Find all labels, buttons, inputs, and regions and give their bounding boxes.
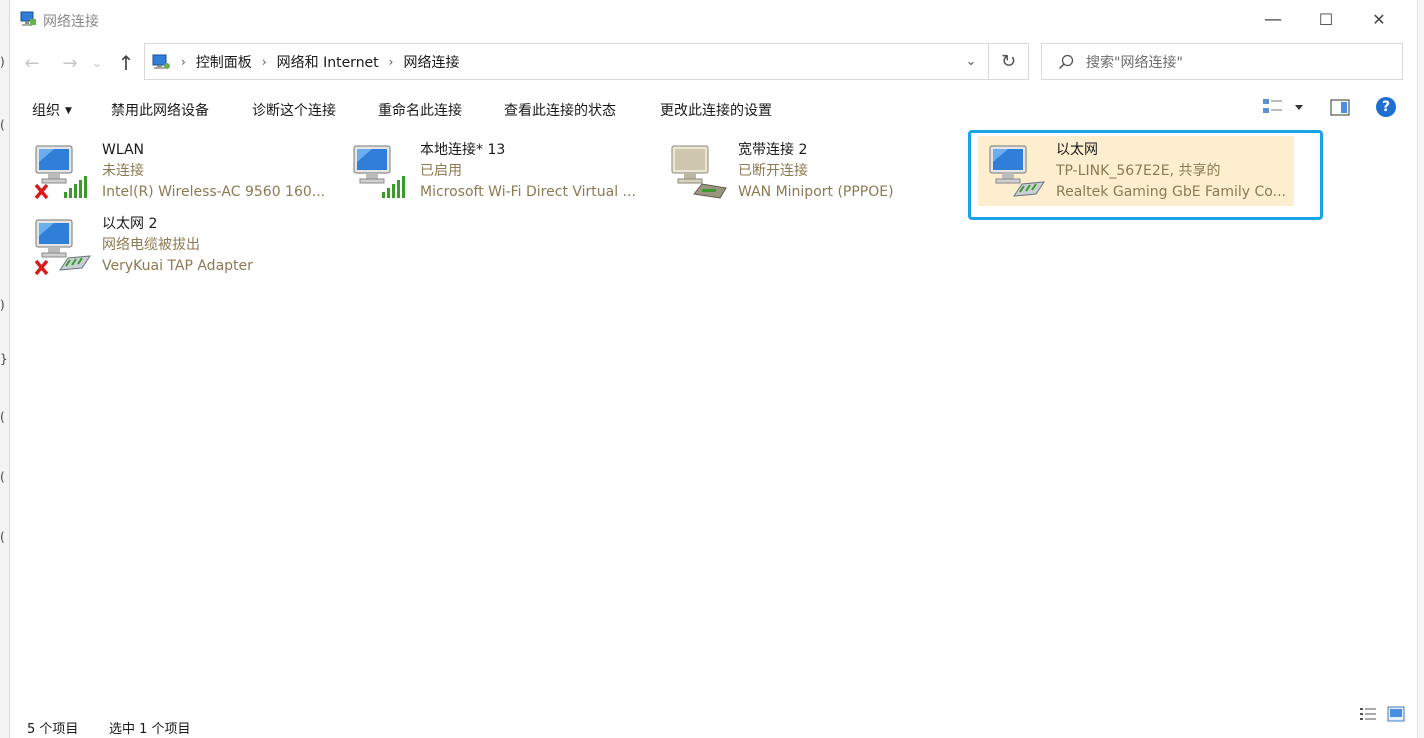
- selected-count: 选中 1 个项目: [109, 722, 191, 737]
- back-button[interactable]: ←: [18, 50, 46, 76]
- breadcrumb-network-connections[interactable]: 网络连接: [403, 52, 459, 72]
- wifi-adapter-icon: [353, 145, 405, 198]
- connection-item-local-13[interactable]: 本地连接* 13 已启用 Microsoft Wi-Fi Direct Virt…: [342, 136, 652, 206]
- organize-menu[interactable]: 组织 ▼: [32, 100, 72, 120]
- connection-item-broadband-2[interactable]: 宽带连接 2 已断开连接 WAN Miniport (PPPOE): [660, 136, 970, 206]
- search-box[interactable]: 搜索"网络连接": [1041, 43, 1403, 80]
- refresh-button[interactable]: ↻: [989, 43, 1029, 80]
- connection-name: 以太网 2: [102, 216, 158, 232]
- connection-status: 已启用: [420, 163, 462, 179]
- details-view-icon[interactable]: [1359, 706, 1377, 722]
- title-bar: 网络连接 — ☐ ✕: [10, 0, 1417, 38]
- address-dropdown-button[interactable]: ⌄: [953, 43, 989, 80]
- minimize-button[interactable]: —: [1250, 5, 1296, 33]
- connection-text: 宽带连接 2 已断开连接 WAN Miniport (PPPOE): [738, 140, 970, 203]
- background-window-edge-right: [1417, 0, 1424, 738]
- connection-text: WLAN 未连接 Intel(R) Wireless-AC 9560 160..…: [102, 140, 334, 203]
- breadcrumb-network-internet[interactable]: 网络和 Internet: [277, 52, 379, 72]
- explorer-window: 网络连接 — ☐ ✕ ← → ⌄ ↑ › 控制面板 › 网络和 Internet…: [10, 0, 1417, 738]
- organize-label: 组织: [32, 103, 60, 119]
- disable-device-button[interactable]: 禁用此网络设备: [111, 100, 209, 120]
- connection-name: 宽带连接 2: [738, 142, 808, 158]
- network-connections-icon: [20, 11, 36, 26]
- address-bar[interactable]: › 控制面板 › 网络和 Internet › 网络连接 ⌄: [144, 43, 989, 80]
- change-view-icon[interactable]: [1262, 97, 1284, 117]
- background-window-edge: )()}(((: [0, 0, 10, 738]
- connection-text: 本地连接* 13 已启用 Microsoft Wi-Fi Direct Virt…: [420, 140, 652, 203]
- item-count: 5 个项目: [27, 722, 79, 737]
- connection-item-wlan[interactable]: WLAN 未连接 Intel(R) Wireless-AC 9560 160..…: [24, 136, 334, 206]
- connection-item-ethernet-2[interactable]: 以太网 2 网络电缆被拔出 VeryKuai TAP Adapter: [24, 210, 334, 280]
- breadcrumb-separator: ›: [261, 54, 267, 69]
- window-title: 网络连接: [43, 14, 99, 30]
- close-button[interactable]: ✕: [1356, 5, 1402, 33]
- breadcrumb-control-panel[interactable]: 控制面板: [196, 52, 252, 72]
- connection-item-ethernet[interactable]: 以太网 TP-LINK_567E2E, 共享的 Realtek Gaming G…: [978, 136, 1294, 206]
- rename-button[interactable]: 重命名此连接: [378, 100, 462, 120]
- search-icon: [1058, 54, 1074, 69]
- wifi-adapter-disconnected-icon: [34, 145, 87, 200]
- help-icon[interactable]: ?: [1376, 97, 1396, 117]
- connection-device: VeryKuai TAP Adapter: [102, 258, 253, 274]
- connection-status: 未连接: [102, 163, 144, 179]
- change-settings-button[interactable]: 更改此连接的设置: [660, 100, 772, 120]
- broadband-modem-icon: [671, 145, 727, 199]
- command-bar: 组织 ▼ 禁用此网络设备 诊断这个连接 重命名此连接 查看此连接的状态 更改此连接…: [10, 88, 1417, 128]
- maximize-button[interactable]: ☐: [1303, 5, 1349, 33]
- ethernet-adapter-disconnected-icon: [34, 219, 91, 276]
- connection-status: 网络电缆被拔出: [102, 237, 200, 253]
- connection-device: WAN Miniport (PPPOE): [738, 184, 894, 200]
- connection-text: 以太网 2 网络电缆被拔出 VeryKuai TAP Adapter: [102, 214, 334, 277]
- ethernet-adapter-icon: [989, 145, 1045, 197]
- connection-device: Microsoft Wi-Fi Direct Virtual ...: [420, 184, 636, 200]
- connection-name: WLAN: [102, 142, 145, 158]
- up-button[interactable]: ↑: [112, 50, 140, 76]
- forward-button[interactable]: →: [56, 50, 84, 76]
- diagnose-button[interactable]: 诊断这个连接: [252, 100, 336, 120]
- connection-device: Intel(R) Wireless-AC 9560 160...: [102, 184, 326, 200]
- breadcrumb-separator: ›: [181, 54, 186, 69]
- preview-pane-icon[interactable]: [1330, 99, 1350, 117]
- chevron-down-icon: ▼: [65, 106, 72, 116]
- breadcrumb-separator: ›: [388, 54, 394, 69]
- view-status-button[interactable]: 查看此连接的状态: [504, 100, 616, 120]
- status-bar: 5 个项目 选中 1 个项目: [10, 712, 1417, 738]
- search-input[interactable]: 搜索"网络连接": [1086, 52, 1183, 72]
- connection-name: 以太网: [1056, 142, 1098, 158]
- recent-locations-button[interactable]: ⌄: [88, 50, 106, 76]
- connection-device: Realtek Gaming GbE Family Co...: [1056, 184, 1286, 200]
- connection-status: TP-LINK_567E2E, 共享的: [1056, 163, 1221, 179]
- control-panel-icon: [152, 54, 170, 69]
- connection-name: 本地连接* 13: [420, 142, 506, 158]
- connection-status: 已断开连接: [738, 163, 808, 179]
- large-icons-view-icon[interactable]: [1387, 706, 1405, 722]
- connection-text: 以太网 TP-LINK_567E2E, 共享的 Realtek Gaming G…: [1056, 140, 1288, 203]
- view-options-chevron-icon[interactable]: [1294, 97, 1304, 117]
